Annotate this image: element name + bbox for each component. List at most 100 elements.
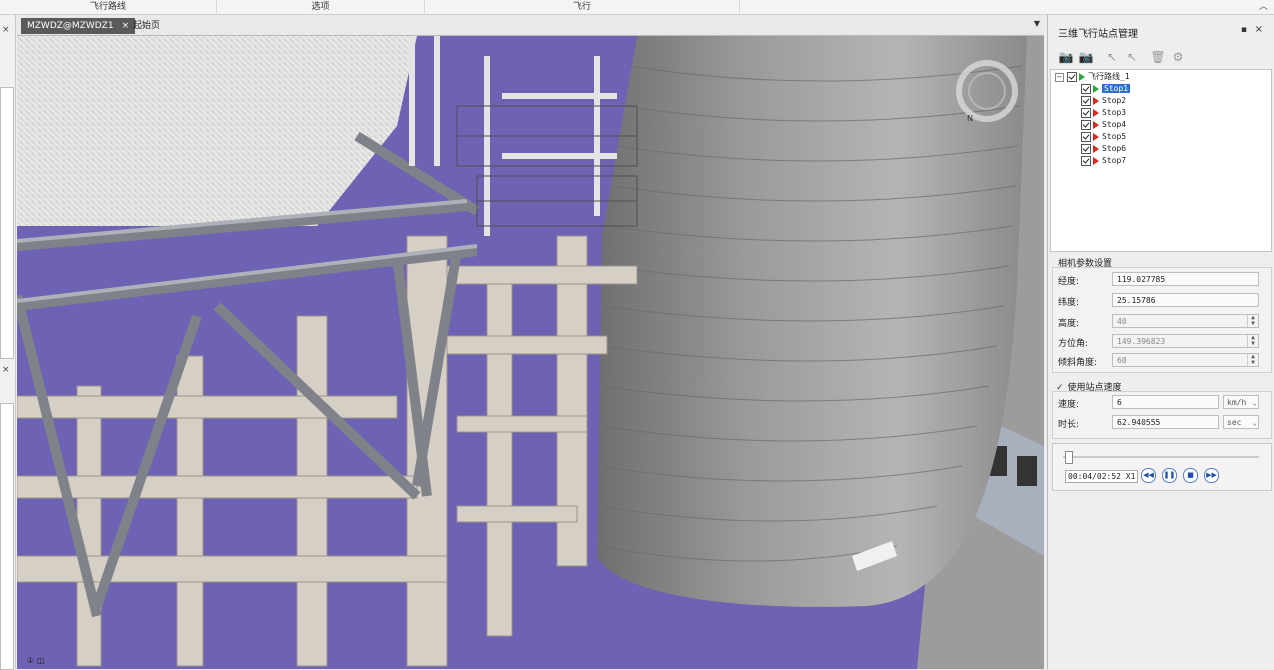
speed-field[interactable]: 6	[1112, 395, 1219, 409]
rewind-button[interactable]: ◀◀	[1141, 468, 1156, 483]
tree-item-stop5[interactable]: Stop5	[1081, 131, 1126, 143]
left-dock-close-icon[interactable]: ×	[2, 25, 10, 35]
checkbox[interactable]	[1081, 131, 1091, 142]
stop-label: Stop7	[1102, 156, 1127, 165]
stop-label: Stop5	[1102, 132, 1127, 141]
chevron-down-icon: ⌄	[1252, 419, 1257, 427]
stop-label: Stop3	[1102, 108, 1127, 117]
tab-menu-icon[interactable]: ▼	[1034, 19, 1040, 28]
pause-button[interactable]: ❚❚	[1162, 468, 1177, 483]
tree-root-label: 飞行路线_1	[1088, 72, 1130, 81]
flight-player: 00:04/02:52 X1 ◀◀ ❚❚ ■ ▶▶	[1052, 443, 1272, 491]
progress-track[interactable]	[1063, 456, 1259, 458]
checkbox[interactable]	[1081, 143, 1091, 154]
azimuth-field[interactable]: 149.396823 ▲ ▼	[1112, 334, 1259, 348]
stop-label: Stop4	[1102, 120, 1127, 129]
tilt-field[interactable]: 60 ▲ ▼	[1112, 353, 1259, 367]
add-camera-icon[interactable]: 📷	[1058, 49, 1074, 65]
route-flag-icon	[1079, 72, 1085, 81]
latitude-field[interactable]: 25.15786	[1112, 293, 1259, 307]
azimuth-spinner[interactable]: ▲ ▼	[1247, 335, 1258, 347]
azimuth-value: 149.396823	[1117, 337, 1166, 346]
tilt-spinner[interactable]: ▲ ▼	[1247, 354, 1258, 366]
left-dock-close-icon-2[interactable]: ×	[2, 365, 10, 375]
duration-label: 时长:	[1058, 420, 1080, 430]
tab-start-page[interactable]: 起始页	[127, 18, 166, 34]
height-value: 40	[1117, 317, 1127, 326]
ribbon-group-flight-route[interactable]: 飞行路线	[0, 0, 217, 14]
tree-item-stop2[interactable]: Stop2	[1081, 95, 1126, 107]
close-icon[interactable]: ×	[1255, 24, 1263, 35]
speed-unit-select[interactable]: km/h ⌄	[1223, 395, 1259, 409]
stop-flag-icon	[1093, 144, 1099, 153]
azimuth-label: 方位角:	[1058, 339, 1089, 349]
tree-item-stop6[interactable]: Stop6	[1081, 143, 1126, 155]
stop-flag-icon	[1093, 96, 1099, 105]
tree-expander-icon[interactable]: −	[1055, 73, 1064, 82]
panel-title: 三维飞行站点管理	[1058, 29, 1138, 40]
tilt-value: 60	[1117, 356, 1127, 365]
window	[1017, 456, 1037, 486]
document-area: MZWDZ@MZWDZ1 × 起始页 ▼ N ① ◫	[17, 15, 1044, 669]
pin-icon[interactable]: ▪	[1241, 25, 1247, 35]
flight-stop-manager-panel: 三维飞行站点管理 ▪ × 📷 📷 ↖ ↖ 🗑 ⚙ − 飞行路线_1 Stop1 …	[1047, 15, 1274, 669]
tree-item-stop1[interactable]: Stop1	[1081, 83, 1131, 95]
duration-field[interactable]: 62.940555	[1112, 415, 1219, 429]
fast-forward-button[interactable]: ▶▶	[1204, 468, 1219, 483]
tree-item-stop7[interactable]: Stop7	[1081, 155, 1126, 167]
tree-item-stop3[interactable]: Stop3	[1081, 107, 1126, 119]
navigation-hint[interactable]: ① ◫	[27, 656, 44, 665]
update-camera-icon[interactable]: 📷	[1078, 49, 1094, 65]
settings-icon[interactable]: ⚙	[1170, 49, 1186, 65]
svg-text:N: N	[967, 114, 973, 123]
height-field[interactable]: 40 ▲ ▼	[1112, 314, 1259, 328]
tree-item-stop4[interactable]: Stop4	[1081, 119, 1126, 131]
stop-flag-icon	[1093, 156, 1099, 165]
checkbox[interactable]	[1081, 83, 1091, 94]
progress-slider-thumb[interactable]	[1064, 451, 1073, 464]
latitude-label: 纬度:	[1058, 298, 1080, 308]
chevron-down-icon: ⌄	[1252, 399, 1257, 407]
3d-viewport[interactable]: N ① ◫	[17, 36, 1044, 669]
stop-label: Stop1	[1102, 84, 1131, 93]
delete-icon[interactable]: 🗑	[1150, 49, 1166, 65]
height-spinner[interactable]: ▲ ▼	[1247, 315, 1258, 327]
stop-flag-icon	[1093, 120, 1099, 129]
checkbox[interactable]	[1067, 71, 1077, 82]
duration-unit-value: sec	[1227, 418, 1242, 427]
speed-unit-value: km/h	[1227, 398, 1247, 407]
checkbox[interactable]	[1081, 95, 1091, 106]
document-tabbar: MZWDZ@MZWDZ1 × 起始页 ▼	[17, 15, 1044, 36]
checkbox[interactable]	[1081, 119, 1091, 130]
edit-stop-icon[interactable]: ↖	[1124, 49, 1140, 65]
ribbon: 飞行路线 选项 飞行 ︿	[0, 0, 1274, 15]
tab-label: MZWDZ@MZWDZ1	[27, 21, 114, 31]
longitude-field[interactable]: 119.027785	[1112, 272, 1259, 286]
checkbox[interactable]	[1081, 155, 1091, 166]
stop-flag-icon	[1093, 132, 1099, 141]
stop-button[interactable]: ■	[1183, 468, 1198, 483]
left-dock-strip: × ×	[0, 15, 16, 670]
height-label: 高度:	[1058, 319, 1080, 329]
3d-scene: N	[17, 36, 1044, 669]
tilt-label: 倾斜角度:	[1058, 358, 1098, 368]
left-dock-panel-top	[0, 87, 14, 359]
ribbon-group-flight[interactable]: 飞行	[425, 0, 740, 14]
left-dock-panel-bottom	[0, 403, 14, 670]
stop-flag-icon	[1093, 108, 1099, 117]
tab-label: 起始页	[133, 21, 161, 31]
stop-label: Stop6	[1102, 144, 1127, 153]
stop-flag-icon	[1093, 84, 1099, 93]
chevron-up-icon[interactable]: ︿	[1259, 0, 1268, 14]
stop-label: Stop2	[1102, 96, 1127, 105]
stop-tree: − 飞行路线_1 Stop1 Stop2 Stop3 Stop4 Stop5 S…	[1050, 69, 1272, 252]
ribbon-group-options[interactable]: 选项	[217, 0, 425, 14]
speed-label: 速度:	[1058, 400, 1080, 410]
checkbox[interactable]	[1081, 107, 1091, 118]
insert-stop-icon[interactable]: ↖	[1104, 49, 1120, 65]
duration-unit-select[interactable]: sec ⌄	[1223, 415, 1259, 429]
tree-root-flight-route[interactable]: 飞行路线_1	[1067, 71, 1130, 83]
time-readout: 00:04/02:52 X1	[1065, 470, 1139, 483]
longitude-label: 经度:	[1058, 277, 1080, 287]
tab-mzwdz[interactable]: MZWDZ@MZWDZ1 ×	[21, 18, 136, 34]
